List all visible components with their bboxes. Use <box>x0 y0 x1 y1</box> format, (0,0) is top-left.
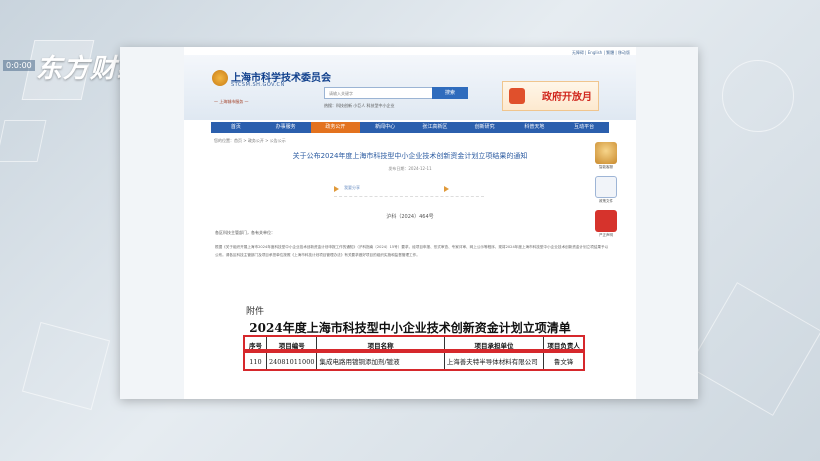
search-button[interactable]: 搜索 <box>432 87 468 99</box>
doc-number: 沪科（2024）464号 <box>386 214 434 220</box>
nav-item[interactable]: 互动平台 <box>559 122 609 133</box>
article-date: 发布日期：2024-12-11 <box>388 166 432 171</box>
article-title: 关于公布2024年度上海市科技型中小企业技术创新资金计划立项结果的通知 <box>292 152 528 160</box>
decor-circle <box>722 60 794 132</box>
hot-search-words[interactable]: 热搜：科技创新 小巨人 科技型中小企业 <box>324 103 395 109</box>
robot-assistant-icon[interactable] <box>595 142 617 164</box>
decor-square <box>688 282 820 416</box>
audio-play-icon[interactable] <box>444 186 449 192</box>
emblem-icon <box>212 70 228 86</box>
cell-leader: 鲁文锋 <box>543 352 584 371</box>
nav-item[interactable]: 张江高新区 <box>410 122 460 133</box>
nav-item[interactable]: 办事服务 <box>261 122 311 133</box>
cell-project-name: 集成电路用镀铜添加剂/镀液 <box>316 352 445 371</box>
site-header: 上海市科学技术委员会 STCSM.SH.GOV.CN — 上海城市服务 — 请输… <box>184 55 636 120</box>
nav-item[interactable]: 首页 <box>211 122 261 133</box>
web-page: 无障碍 | English | 繁體 | 移动版 上海市科学技术委员会 STCS… <box>184 47 636 399</box>
tool-label: 政策文件 <box>599 199 613 203</box>
article-body: 根据《关于组织开展上海市2024年度科技型中小企业技术创新资金计划申报工作的通知… <box>215 245 609 257</box>
gavel-icon[interactable] <box>595 210 617 232</box>
main-nav: 首页 办事服务 政务公开 新闻中心 张江高新区 创新研究 科普天地 互动平台 <box>211 122 609 133</box>
column-header: 项目编号 <box>265 336 318 353</box>
timestamp-badge: 0:0:00 <box>3 60 35 71</box>
tool-label: 智能客服 <box>599 165 613 169</box>
share-label[interactable]: 我要分享 <box>344 185 360 191</box>
search-input[interactable]: 请输入关键字 <box>324 87 434 99</box>
attachment-label: 附件 <box>246 307 265 317</box>
nav-item[interactable]: 政务公开 <box>310 122 361 133</box>
column-header: 项目名称 <box>316 336 445 353</box>
table-row: 110 24081011000 集成电路用镀铜添加剂/镀液 上海善夫特半导体材料… <box>244 352 584 371</box>
share-row: 我要分享 <box>184 182 636 204</box>
column-header: 序号 <box>244 336 267 353</box>
open-banner-label: 政府开放月 <box>542 92 592 103</box>
table-header-row: 序号 项目编号 项目名称 项目承担单位 项目负责人 <box>244 336 584 353</box>
breadcrumb[interactable]: 您的位置：首页 > 政务公开 > 公告公示 <box>214 138 286 144</box>
project-table: 序号 项目编号 项目名称 项目承担单位 项目负责人 110 2408101100… <box>244 336 584 371</box>
audio-play-icon[interactable] <box>334 186 339 192</box>
side-tools: 智能客服 政策文件 严正声明 <box>595 142 617 244</box>
cell-index: 110 <box>244 352 267 371</box>
cell-organization: 上海善夫特半导体材料有限公司 <box>443 352 545 371</box>
cell-project-id: 24081011000 <box>265 352 318 371</box>
banner-icon <box>509 88 525 104</box>
site-url: STCSM.SH.GOV.CN <box>231 82 285 88</box>
nav-item[interactable]: 科普天地 <box>510 122 560 133</box>
document-icon[interactable] <box>595 176 617 198</box>
column-header: 项目承担单位 <box>443 336 545 353</box>
salutation: 各区科技主管部门，各有关单位： <box>215 230 275 235</box>
open-month-banner[interactable]: 政府开放月 <box>502 81 599 111</box>
decor-square <box>0 120 47 162</box>
tool-label: 严正声明 <box>599 233 613 237</box>
city-service-link[interactable]: — 上海城市服务 — <box>214 99 249 105</box>
column-header: 项目负责人 <box>543 336 584 353</box>
table-title: 2024年度上海市科技型中小企业技术创新资金计划立项清单 <box>249 321 571 335</box>
nav-item[interactable]: 创新研究 <box>460 122 510 133</box>
decor-square <box>21 321 111 411</box>
nav-item[interactable]: 新闻中心 <box>360 122 410 133</box>
screen-frame: 无障碍 | English | 繁體 | 移动版 上海市科学技术委员会 STCS… <box>120 47 698 399</box>
